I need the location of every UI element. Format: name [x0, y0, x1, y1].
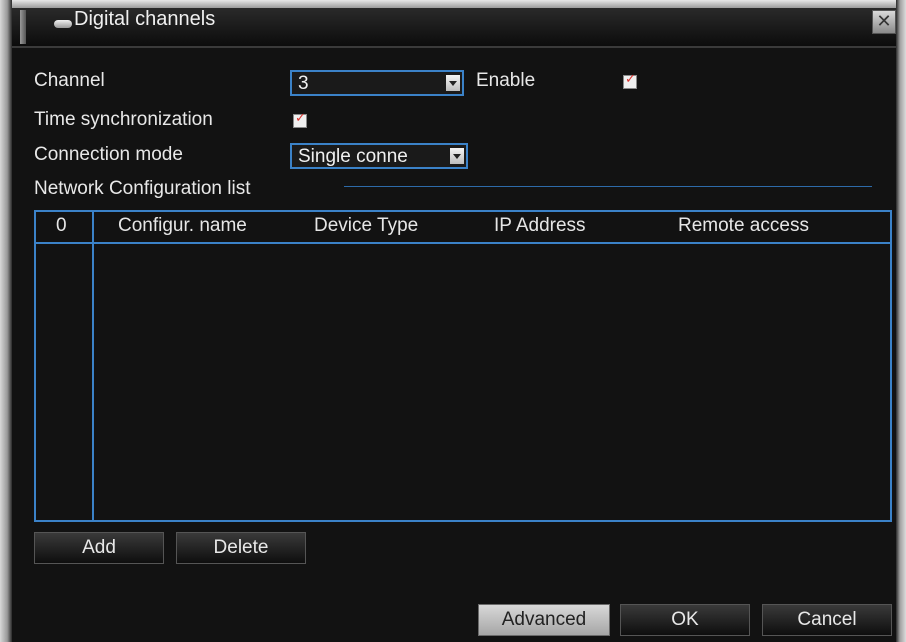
- connection-mode-value: Single conne: [298, 146, 408, 167]
- column-header-index[interactable]: 0: [56, 215, 67, 237]
- chevron-down-icon: [446, 75, 460, 91]
- cancel-button[interactable]: Cancel: [762, 604, 892, 636]
- section-divider: [344, 186, 872, 187]
- column-header-remote-access[interactable]: Remote access: [678, 215, 809, 237]
- advanced-button[interactable]: Advanced: [478, 604, 610, 636]
- ok-button[interactable]: OK: [620, 604, 750, 636]
- table-header-divider: [36, 242, 890, 244]
- channel-select[interactable]: 3: [290, 70, 464, 96]
- window-frame-right: [896, 0, 906, 642]
- delete-button[interactable]: Delete: [176, 532, 306, 564]
- chevron-down-icon: [450, 148, 464, 164]
- enable-label: Enable: [476, 70, 536, 91]
- time-sync-label: Time synchronization: [34, 109, 213, 130]
- column-header-ip-address[interactable]: IP Address: [494, 215, 586, 237]
- connection-mode-label: Connection mode: [34, 144, 183, 165]
- add-button[interactable]: Add: [34, 532, 164, 564]
- table-column-divider: [92, 212, 94, 520]
- title-bar-edge: [20, 10, 26, 44]
- close-icon[interactable]: ✕: [872, 10, 896, 34]
- column-header-device-type[interactable]: Device Type: [314, 215, 418, 237]
- enable-checkbox[interactable]: [623, 72, 637, 89]
- window-frame-top: [0, 0, 906, 8]
- channel-label: Channel: [34, 70, 105, 91]
- window-icon: [54, 20, 72, 28]
- channel-select-value: 3: [298, 73, 309, 94]
- window-title: Digital channels: [74, 8, 216, 30]
- network-config-table[interactable]: 0 Configur. name Device Type IP Address …: [34, 210, 892, 522]
- time-sync-checkbox[interactable]: [293, 111, 307, 128]
- connection-mode-select[interactable]: Single conne: [290, 143, 468, 169]
- network-list-title: Network Configuration list: [34, 178, 251, 199]
- column-header-config-name[interactable]: Configur. name: [118, 215, 247, 237]
- window-frame-left: [0, 0, 12, 642]
